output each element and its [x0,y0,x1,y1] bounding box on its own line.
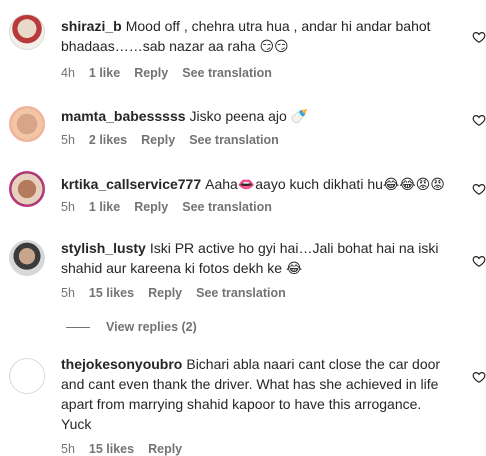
comment-likes[interactable]: 1 like [89,66,120,80]
view-replies-button[interactable]: View replies (2) [66,320,197,334]
see-translation-button[interactable]: See translation [182,66,272,80]
comment-meta: 5h 2 likes Reply See translation [61,133,293,147]
see-translation-button[interactable]: See translation [182,200,272,214]
avatar[interactable] [9,240,45,276]
comment-time: 4h [61,66,75,80]
comment-meta: 5h 15 likes Reply [61,442,196,456]
comment-text: shirazi_b Mood off , chehra utra hua , an… [61,16,451,56]
comment-text: mamta_babesssss Jisko peena ajo 🍼 [61,106,451,126]
see-translation-button[interactable]: See translation [189,133,279,147]
avatar[interactable] [9,106,45,142]
comment-username[interactable]: shirazi_b [61,18,122,34]
comment-body: Jisko peena ajo 🍼 [189,108,309,124]
comment-likes[interactable]: 15 likes [89,442,134,456]
reply-button[interactable]: Reply [148,286,182,300]
comment-text: krtika_callservice777 Aaha👄aayo kuch dikh… [61,174,451,194]
avatar[interactable] [9,14,45,50]
comment-username[interactable]: mamta_babesssss [61,108,186,124]
heart-outline-icon[interactable] [472,30,486,44]
comment-username[interactable]: krtika_callservice777 [61,176,201,192]
see-translation-button[interactable]: See translation [196,286,286,300]
comment-text: stylish_lusty Iski PR active ho gyi hai…J… [61,238,451,278]
comment-time: 5h [61,442,75,456]
comment-time: 5h [61,200,75,214]
comment-body: Aaha👄aayo kuch dikhati hu😂😂😡😡 [205,176,445,192]
reply-button[interactable]: Reply [148,442,182,456]
view-replies-label: View replies (2) [106,320,197,334]
avatar[interactable] [9,358,45,394]
comment-meta: 4h 1 like Reply See translation [61,66,286,80]
comment-time: 5h [61,133,75,147]
reply-button[interactable]: Reply [134,200,168,214]
comment-likes[interactable]: 1 like [89,200,120,214]
reply-button[interactable]: Reply [141,133,175,147]
view-replies-divider [66,327,90,329]
comment-username[interactable]: thejokesonyoubro [61,356,182,372]
heart-outline-icon[interactable] [472,254,486,268]
comment-meta: 5h 15 likes Reply See translation [61,286,300,300]
heart-outline-icon[interactable] [472,113,486,127]
reply-button[interactable]: Reply [134,66,168,80]
default-avatar-icon [11,360,44,393]
heart-outline-icon[interactable] [472,370,486,384]
comment-meta: 5h 1 like Reply See translation [61,200,286,214]
avatar[interactable] [9,171,45,207]
comment-time: 5h [61,286,75,300]
comment-username[interactable]: stylish_lusty [61,240,146,256]
comment-likes[interactable]: 15 likes [89,286,134,300]
comment-likes[interactable]: 2 likes [89,133,127,147]
heart-outline-icon[interactable] [472,182,486,196]
comment-text: thejokesonyoubro Bichari abla naari cant … [61,354,451,434]
